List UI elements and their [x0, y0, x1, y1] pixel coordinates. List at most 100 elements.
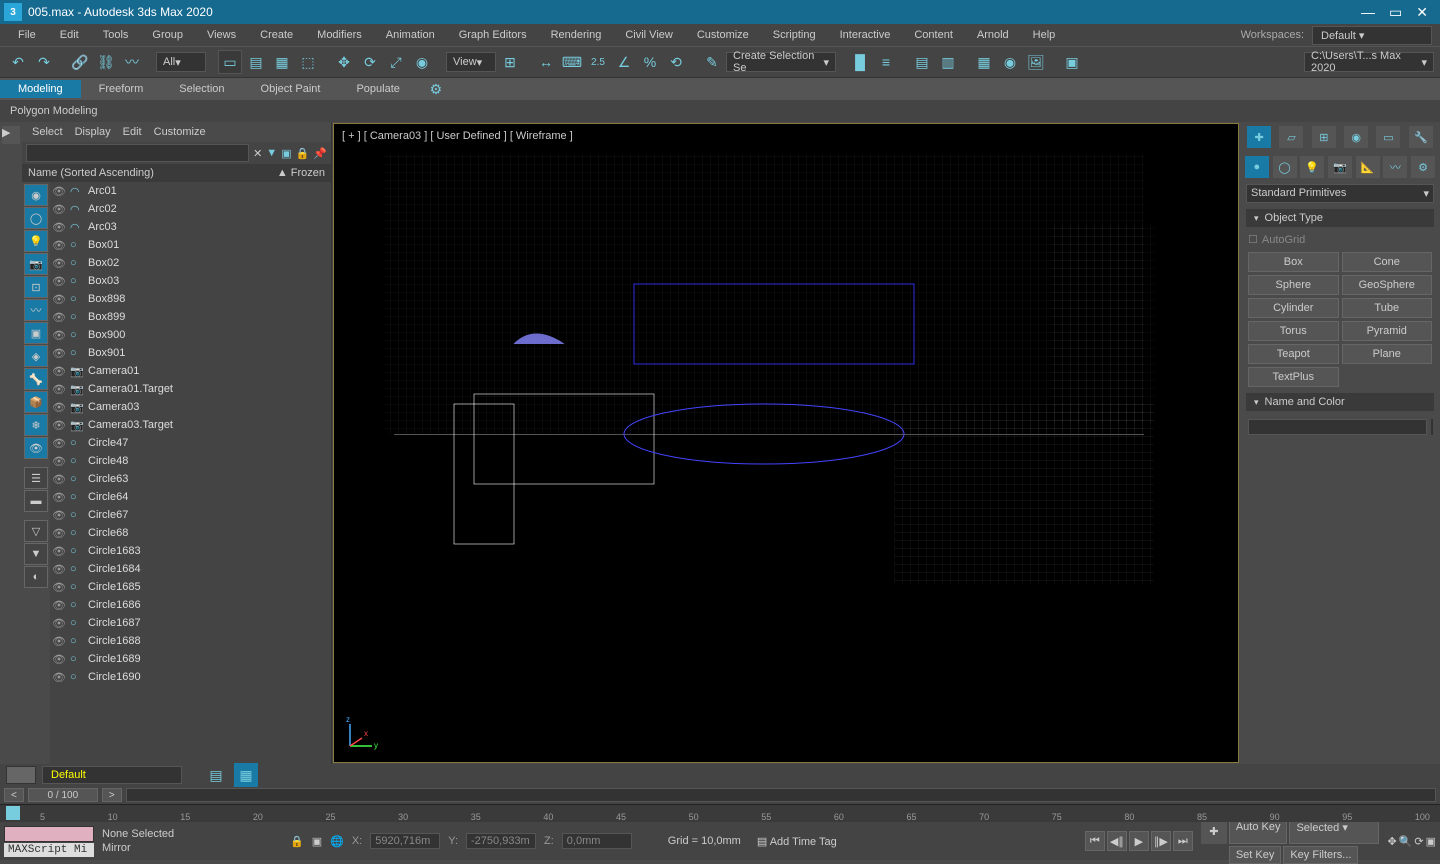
- layer-config-icon[interactable]: ▦: [234, 763, 258, 787]
- visibility-icon[interactable]: 👁: [52, 635, 66, 648]
- filter-geometry-icon[interactable]: ◉: [24, 184, 48, 206]
- mirror-icon[interactable]: ▐▌: [848, 50, 872, 74]
- add-time-tag[interactable]: ▤ Add Time Tag: [757, 835, 837, 848]
- filter-bone-icon[interactable]: 🦴: [24, 368, 48, 390]
- menu-help[interactable]: Help: [1023, 27, 1066, 43]
- render-thumbnail[interactable]: [4, 826, 94, 842]
- visibility-icon[interactable]: 👁: [52, 455, 66, 468]
- category-dropdown[interactable]: Standard Primitives▾: [1246, 184, 1434, 203]
- scene-menu-display[interactable]: Display: [75, 126, 111, 138]
- rotate-icon[interactable]: ⟳: [358, 50, 382, 74]
- utilities-tab-icon[interactable]: 🔧: [1409, 126, 1433, 148]
- primitive-textplus-button[interactable]: TextPlus: [1248, 367, 1339, 387]
- visibility-icon[interactable]: 👁: [52, 599, 66, 612]
- maximize-icon[interactable]: ▭: [1389, 4, 1402, 21]
- visibility-icon[interactable]: 👁: [52, 275, 66, 288]
- move-icon[interactable]: ✥: [332, 50, 356, 74]
- percent-snap-icon[interactable]: %: [638, 50, 662, 74]
- object-color-swatch[interactable]: [1431, 419, 1433, 435]
- visibility-icon[interactable]: 👁: [52, 419, 66, 432]
- visibility-icon[interactable]: 👁: [52, 563, 66, 576]
- primitive-box-button[interactable]: Box: [1248, 252, 1339, 272]
- scene-lock-icon[interactable]: 🔒: [296, 147, 310, 160]
- list-item[interactable]: 👁○Box01: [50, 236, 331, 254]
- window-crossing-icon[interactable]: ⬚: [296, 50, 320, 74]
- scene-menu-select[interactable]: Select: [32, 126, 63, 138]
- project-path-dropdown[interactable]: C:\Users\T...s Max 2020 ▾: [1304, 52, 1434, 72]
- primitive-geosphere-button[interactable]: GeoSphere: [1342, 275, 1433, 295]
- modify-tab-icon[interactable]: ▱: [1279, 126, 1303, 148]
- scene-filter-icon[interactable]: ▼: [266, 147, 277, 159]
- menu-edit[interactable]: Edit: [50, 27, 89, 43]
- scene-pin-icon[interactable]: 📌: [313, 147, 327, 160]
- filter-shapes-icon[interactable]: ◯: [24, 207, 48, 229]
- primitive-torus-button[interactable]: Torus: [1248, 321, 1339, 341]
- menu-animation[interactable]: Animation: [376, 27, 445, 43]
- visibility-icon[interactable]: 👁: [52, 347, 66, 360]
- primitive-sphere-button[interactable]: Sphere: [1248, 275, 1339, 295]
- menu-group[interactable]: Group: [142, 27, 193, 43]
- list-item[interactable]: 👁○Box901: [50, 344, 331, 362]
- rollout-object-type[interactable]: Object Type: [1246, 209, 1434, 227]
- minimize-icon[interactable]: —: [1361, 4, 1375, 21]
- layer-toggle-icon[interactable]: ▤: [204, 763, 228, 787]
- primitive-pyramid-button[interactable]: Pyramid: [1342, 321, 1433, 341]
- nav-pan-icon[interactable]: ✥: [1387, 835, 1396, 848]
- workspaces-dropdown[interactable]: Default ▾: [1312, 26, 1432, 45]
- curve-editor-icon[interactable]: ▥: [936, 50, 960, 74]
- list-item[interactable]: 👁○Circle1689: [50, 650, 331, 668]
- list-item[interactable]: 👁○Circle64: [50, 488, 331, 506]
- list-item[interactable]: 👁○Circle1685: [50, 578, 331, 596]
- autogrid-checkbox[interactable]: ☐: [1248, 233, 1258, 246]
- scale-icon[interactable]: ⤢: [384, 50, 408, 74]
- list-item[interactable]: 👁○Circle67: [50, 506, 331, 524]
- visibility-icon[interactable]: 👁: [52, 653, 66, 666]
- list-item[interactable]: 👁○Box898: [50, 290, 331, 308]
- filter-lights-icon[interactable]: 💡: [24, 230, 48, 252]
- scene-list[interactable]: 👁◠Arc01👁◠Arc02👁◠Arc03👁○Box01👁○Box02👁○Box…: [50, 182, 331, 764]
- menu-civilview[interactable]: Civil View: [615, 27, 682, 43]
- primitive-cone-button[interactable]: Cone: [1342, 252, 1433, 272]
- list-item[interactable]: 👁○Box900: [50, 326, 331, 344]
- systems-icon[interactable]: ⚙: [1411, 156, 1435, 178]
- primitive-teapot-button[interactable]: Teapot: [1248, 344, 1339, 364]
- list-item[interactable]: 👁◠Arc02: [50, 200, 331, 218]
- layers-icon[interactable]: ▤: [910, 50, 934, 74]
- menu-content[interactable]: Content: [904, 27, 963, 43]
- helpers-icon[interactable]: 📐: [1356, 156, 1380, 178]
- list-item[interactable]: 👁📷Camera01.Target: [50, 380, 331, 398]
- select-region-icon[interactable]: ▦: [270, 50, 294, 74]
- visibility-icon[interactable]: 👁: [52, 365, 66, 378]
- menu-tools[interactable]: Tools: [93, 27, 139, 43]
- visibility-icon[interactable]: 👁: [52, 509, 66, 522]
- list-item[interactable]: 👁○Circle1686: [50, 596, 331, 614]
- filter-hier-icon[interactable]: ▬: [24, 490, 48, 512]
- filter-cameras-icon[interactable]: 📷: [24, 253, 48, 275]
- snap-icon[interactable]: 2.5: [586, 50, 610, 74]
- menu-grapheditors[interactable]: Graph Editors: [449, 27, 537, 43]
- filter-list-icon[interactable]: ☰: [24, 467, 48, 489]
- geometry-icon[interactable]: ●: [1245, 156, 1269, 178]
- visibility-icon[interactable]: 👁: [52, 293, 66, 306]
- filter-groups-icon[interactable]: ▣: [24, 322, 48, 344]
- filter-hidden-icon[interactable]: 👁: [24, 437, 48, 459]
- close-icon[interactable]: ✕: [1416, 4, 1428, 21]
- schematic-icon[interactable]: ▦: [972, 50, 996, 74]
- list-item[interactable]: 👁○Box02: [50, 254, 331, 272]
- list-item[interactable]: 👁○Circle1687: [50, 614, 331, 632]
- nav-orbit-icon[interactable]: ⟳: [1414, 835, 1423, 848]
- track-toggle-icon[interactable]: [6, 806, 20, 820]
- list-item[interactable]: 👁◠Arc03: [50, 218, 331, 236]
- layer-dropdown[interactable]: Default: [42, 766, 182, 784]
- ribbon-config-icon[interactable]: ⚙: [424, 77, 448, 101]
- y-input[interactable]: -2750,933m: [466, 833, 536, 849]
- visibility-icon[interactable]: 👁: [52, 383, 66, 396]
- rollout-name-color[interactable]: Name and Color: [1246, 393, 1434, 411]
- ribbon-sublabel[interactable]: Polygon Modeling: [10, 105, 97, 117]
- menu-modifiers[interactable]: Modifiers: [307, 27, 372, 43]
- unlink-icon[interactable]: ⛓: [94, 50, 118, 74]
- primitive-tube-button[interactable]: Tube: [1342, 298, 1433, 318]
- list-item[interactable]: 👁○Circle1688: [50, 632, 331, 650]
- prev-frame-icon[interactable]: ◀∥: [1107, 831, 1127, 851]
- visibility-icon[interactable]: 👁: [52, 545, 66, 558]
